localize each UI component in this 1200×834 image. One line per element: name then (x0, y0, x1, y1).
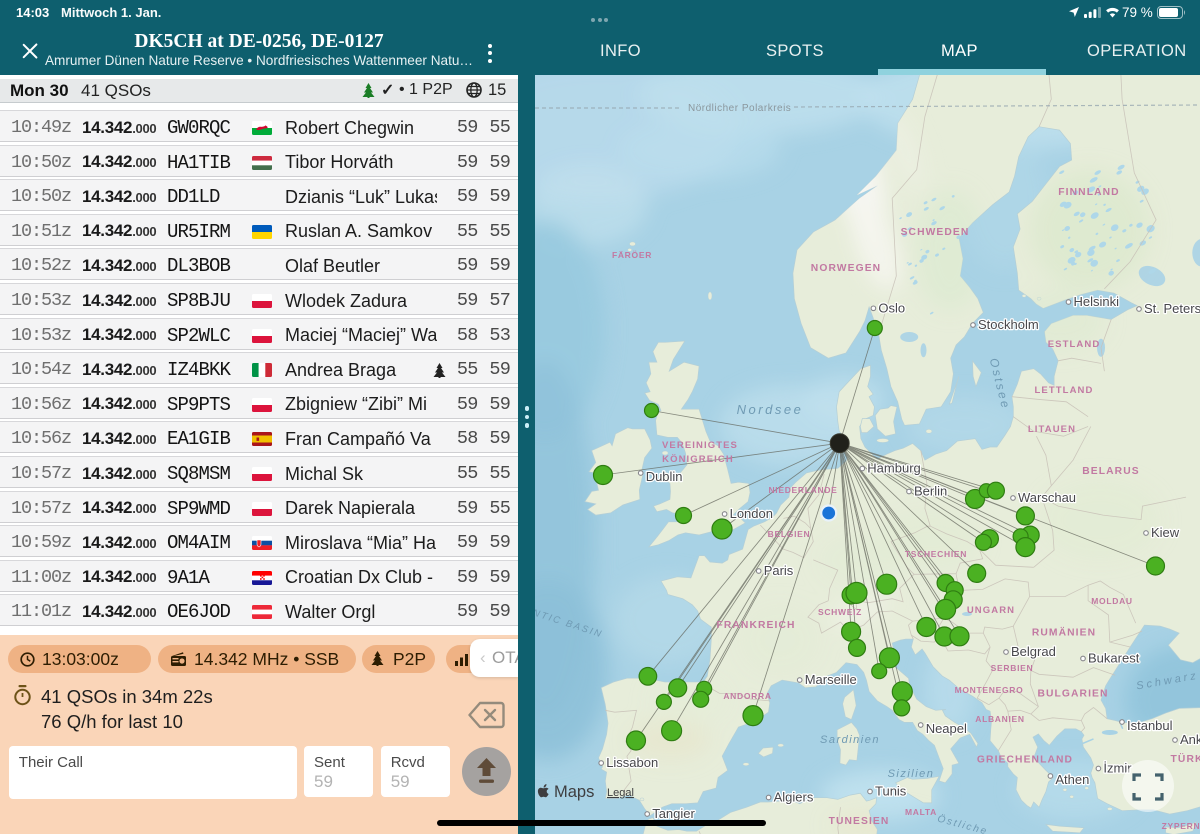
svg-text:ANDORRA: ANDORRA (723, 691, 771, 701)
svg-text:Stockholm: Stockholm (978, 317, 1039, 332)
svg-text:TUNESIEN: TUNESIEN (829, 816, 890, 827)
svg-text:Sardinien: Sardinien (820, 734, 880, 746)
svg-text:Istanbul: Istanbul (1127, 718, 1173, 733)
svg-text:RUMÄNIEN: RUMÄNIEN (1032, 626, 1096, 639)
svg-text:LITAUEN: LITAUEN (1028, 424, 1076, 435)
svg-text:Tangier: Tangier (652, 806, 695, 821)
svg-text:Legal: Legal (607, 787, 634, 799)
svg-text:Algiers: Algiers (774, 790, 814, 805)
svg-text:Neapel: Neapel (926, 721, 967, 736)
svg-text:Belgrad: Belgrad (1011, 644, 1056, 659)
svg-text:BELGIEN: BELGIEN (768, 529, 811, 539)
svg-text:Nordsee: Nordsee (737, 402, 804, 417)
svg-text:Lissabon: Lissabon (606, 755, 658, 770)
svg-text:MALTA: MALTA (905, 807, 937, 817)
svg-text:Nördlicher Polarkreis: Nördlicher Polarkreis (688, 103, 791, 114)
svg-text:BULGARIEN: BULGARIEN (1037, 689, 1108, 700)
svg-text:Maps: Maps (554, 783, 594, 801)
svg-text:FINNLAND: FINNLAND (1058, 187, 1119, 198)
svg-text:MONTENEGRO: MONTENEGRO (955, 685, 1024, 695)
svg-text:SERBIEN: SERBIEN (991, 663, 1034, 673)
svg-text:VEREINIGTES: VEREINIGTES (662, 440, 738, 451)
svg-text:Paris: Paris (764, 563, 794, 578)
svg-text:Berlin: Berlin (914, 484, 947, 499)
svg-text:FRANKREICH: FRANKREICH (716, 620, 795, 631)
svg-text:ALBANIEN: ALBANIEN (975, 714, 1025, 724)
svg-text:FÄRÖER: FÄRÖER (612, 250, 652, 260)
svg-text:Hamburg: Hamburg (867, 461, 920, 476)
svg-text:UNGARN: UNGARN (967, 605, 1015, 616)
svg-text:TSCHECHIEN: TSCHECHIEN (905, 549, 967, 559)
svg-text:SCHWEIZ: SCHWEIZ (818, 607, 862, 617)
svg-text:Marseille: Marseille (805, 672, 857, 687)
svg-text:Kiew: Kiew (1151, 525, 1180, 540)
svg-text:GRIECHENLAND: GRIECHENLAND (977, 755, 1073, 766)
svg-text:Bukarest: Bukarest (1088, 651, 1140, 666)
svg-text:Helsinki: Helsinki (1074, 294, 1120, 309)
svg-text:Oslo: Oslo (878, 300, 905, 315)
svg-text:Athen: Athen (1055, 772, 1089, 787)
svg-text:Ank: Ank (1180, 732, 1200, 747)
svg-text:MOLDAU: MOLDAU (1091, 596, 1133, 606)
svg-text:NIEDERLANDE: NIEDERLANDE (768, 485, 837, 495)
svg-text:KÖNIGREICH: KÖNIGREICH (662, 454, 734, 465)
svg-text:Sizilien: Sizilien (888, 768, 935, 780)
svg-text:Dublin: Dublin (646, 469, 683, 484)
svg-text:NORWEGEN: NORWEGEN (811, 263, 881, 274)
svg-text:LETTLAND: LETTLAND (1035, 385, 1094, 396)
svg-text:Tunis: Tunis (875, 784, 907, 799)
svg-text:TÜRKEI: TÜRKEI (1171, 752, 1200, 765)
svg-text:St. Petersb: St. Petersb (1144, 301, 1200, 316)
svg-text:Warschau: Warschau (1018, 490, 1076, 505)
svg-text:BELARUS: BELARUS (1082, 466, 1139, 477)
svg-text:London: London (730, 506, 773, 521)
svg-text:ESTLAND: ESTLAND (1048, 339, 1101, 350)
svg-text:ZYPERN: ZYPERN (1162, 821, 1200, 831)
svg-text:SCHWEDEN: SCHWEDEN (901, 227, 970, 238)
